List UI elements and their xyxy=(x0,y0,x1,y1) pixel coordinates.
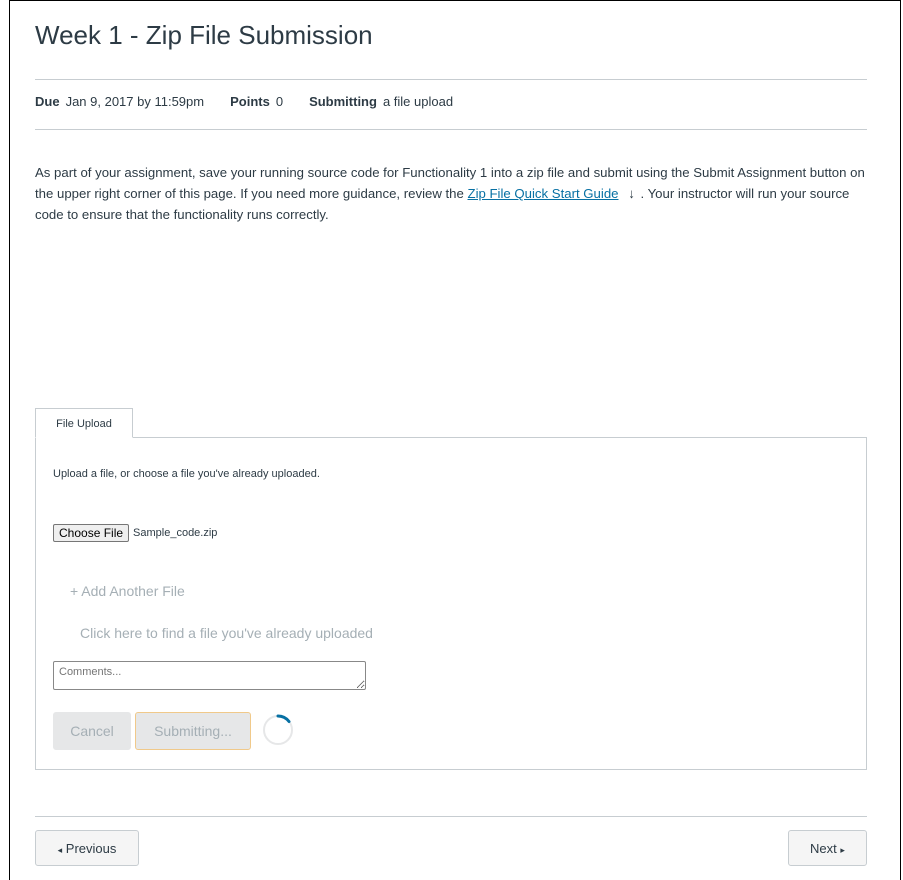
file-chooser: Choose File Sample_code.zip xyxy=(53,524,217,542)
points-value: 0 xyxy=(275,94,284,109)
due-value: Jan 9, 2017 by 11:59pm xyxy=(65,94,205,109)
cancel-button[interactable]: Cancel xyxy=(53,712,131,750)
assignment-meta: Due Jan 9, 2017 by 11:59pm Points 0 Submit… xyxy=(35,94,479,109)
file-upload-panel: Upload a file, or choose a file you've a… xyxy=(35,437,867,770)
find-uploaded-file-link[interactable]: Click here to find a file you've already… xyxy=(80,625,373,641)
comments-field[interactable] xyxy=(53,661,366,690)
loading-spinner-icon xyxy=(263,714,293,745)
add-another-file-link[interactable]: + Add Another File xyxy=(70,583,185,599)
submitting-group: Submitting a file upload xyxy=(309,94,453,109)
due-group: Due Jan 9, 2017 by 11:59pm xyxy=(35,94,204,109)
previous-label: Previous xyxy=(65,840,117,856)
selected-file-name: Sample_code.zip xyxy=(133,527,218,539)
submit-button[interactable]: Submitting... xyxy=(135,712,251,750)
divider xyxy=(35,816,867,817)
download-icon[interactable]: ↓ xyxy=(623,183,641,204)
points-group: Points 0 xyxy=(230,94,283,109)
upload-instructions: Upload a file, or choose a file you've a… xyxy=(53,468,320,480)
choose-file-button[interactable]: Choose File xyxy=(53,524,130,542)
page-title: Week 1 - Zip File Submission xyxy=(35,20,373,50)
assignment-description: As part of your assignment, save your ru… xyxy=(35,162,867,225)
submitting-label: Submitting xyxy=(309,94,377,109)
previous-arrow-icon: ◂ xyxy=(57,844,63,855)
tab-file-upload[interactable]: File Upload xyxy=(35,408,133,438)
next-arrow-icon: ▸ xyxy=(840,844,845,855)
points-label: Points xyxy=(230,94,270,109)
divider xyxy=(35,129,867,130)
next-label: Next xyxy=(810,840,837,856)
previous-button[interactable]: ◂ Previous xyxy=(35,830,139,866)
quick-start-guide-link[interactable]: Zip File Quick Start Guide xyxy=(468,186,619,201)
next-button[interactable]: Next ▸ xyxy=(788,830,867,866)
due-label: Due xyxy=(35,94,60,109)
divider xyxy=(35,79,867,80)
submitting-value: a file upload xyxy=(382,94,454,109)
